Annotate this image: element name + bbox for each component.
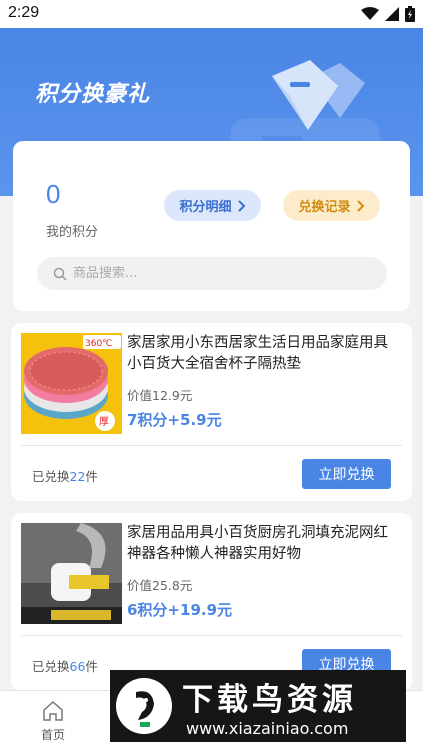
watermark-text-art: 下载鸟资源 www.xiazainiao.com — [182, 682, 357, 738]
points-detail-button[interactable]: 积分明细 — [164, 190, 261, 221]
watermark-url: www.xiazainiao.com — [186, 719, 348, 738]
heat-mat-image: 360℃ 厚 — [21, 333, 122, 434]
points-label: 我的积分 — [46, 225, 99, 240]
product-points-price: 6积分+19.9元 — [127, 601, 233, 619]
redeemed-count: 已兑换66件 — [32, 656, 98, 675]
tab-home[interactable]: 首页 — [23, 699, 83, 743]
redeem-now-button[interactable]: 立即兑换 — [302, 459, 391, 489]
chevron-right-icon — [237, 199, 245, 212]
hero-title: 积分换豪礼 — [35, 82, 151, 107]
thumb-tag-temp: 360℃ — [85, 339, 112, 349]
redeemed-count: 已兑换22件 — [32, 466, 98, 485]
redeemed-prefix: 已兑换 — [32, 469, 70, 484]
redeem-record-button[interactable]: 兑换记录 — [283, 190, 380, 221]
redeemed-suffix: 件 — [85, 469, 98, 484]
watermark-title: 下载鸟资源 — [182, 682, 357, 718]
watermark-banner: 下载鸟资源 www.xiazainiao.com — [110, 670, 406, 742]
divider — [21, 635, 402, 636]
wifi-icon — [361, 7, 379, 20]
tab-home-label: 首页 — [40, 728, 65, 742]
chevron-right-icon — [356, 199, 364, 212]
redeemed-number: 66 — [69, 659, 86, 674]
battery-icon — [405, 6, 415, 22]
product-price: 价值25.8元 — [127, 578, 193, 593]
search-input[interactable] — [73, 266, 353, 281]
points-detail-label: 积分明细 — [179, 200, 232, 215]
redeemed-suffix: 件 — [85, 659, 98, 674]
search-bar[interactable] — [37, 257, 387, 290]
points-value: 0 — [46, 179, 61, 209]
product-image[interactable] — [21, 523, 122, 624]
status-bar: 2:29 — [0, 0, 423, 28]
redeemed-number: 22 — [69, 469, 86, 484]
redeemed-prefix: 已兑换 — [32, 659, 70, 674]
product-price: 价值12.9元 — [127, 388, 193, 403]
search-icon — [53, 267, 67, 281]
product-card[interactable]: 家居用品用具小百货厨房孔洞填充泥网红神器各种懒人神器实用好物 价值25.8元 6… — [11, 513, 412, 691]
signal-icon — [385, 7, 399, 21]
home-icon — [43, 700, 63, 721]
status-time: 2:29 — [8, 4, 40, 21]
thumb-tag-thick: 厚 — [99, 416, 109, 428]
product-points-price: 7积分+5.9元 — [127, 411, 222, 429]
product-name[interactable]: 家居家用小东西居家生活日用品家庭用具小百货大全宿舍杯子隔热垫 — [127, 333, 393, 375]
product-image[interactable]: 360℃ 厚 — [21, 333, 122, 434]
product-name[interactable]: 家居用品用具小百货厨房孔洞填充泥网红神器各种懒人神器实用好物 — [127, 523, 393, 565]
divider — [21, 445, 402, 446]
points-card: 0 我的积分 积分明细 兑换记录 — [13, 141, 410, 311]
product-card[interactable]: 360℃ 厚 家居家用小东西居家生活日用品家庭用具小百货大全宿舍杯子隔热垫 价值… — [11, 323, 412, 501]
redeem-record-label: 兑换记录 — [298, 200, 351, 215]
status-icons — [361, 6, 415, 22]
filler-putty-image — [21, 523, 122, 624]
